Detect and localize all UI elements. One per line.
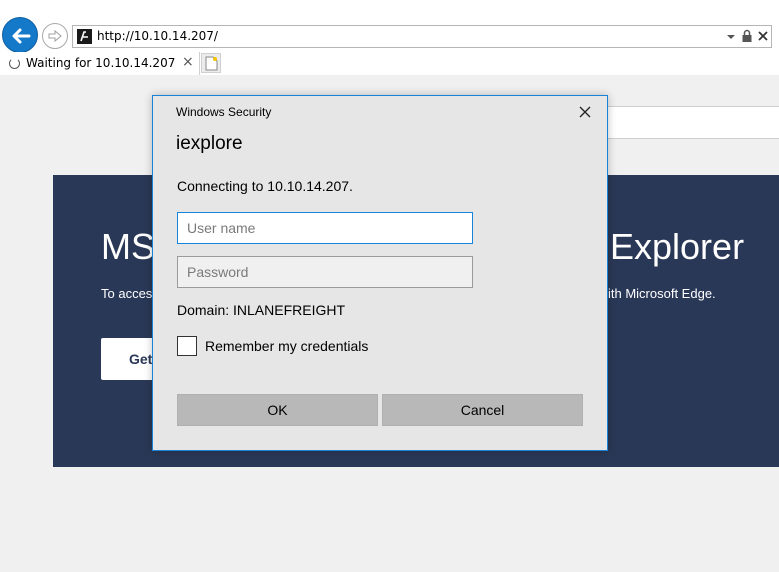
banner-subtitle-right: ith Microsoft Edge.: [608, 286, 716, 301]
back-arrow-icon: [12, 28, 31, 44]
tab-title: Waiting for 10.10.14.207: [26, 56, 176, 70]
banner-subtitle-left: To acces: [101, 286, 153, 301]
close-icon[interactable]: [577, 104, 593, 120]
banner-button-label: Get: [129, 351, 153, 367]
ok-button[interactable]: OK: [177, 394, 378, 426]
cancel-button[interactable]: Cancel: [382, 394, 583, 426]
password-input[interactable]: [177, 256, 473, 288]
remember-credentials-checkbox[interactable]: [177, 336, 197, 356]
banner-title-right: Explorer: [610, 226, 745, 267]
windows-security-dialog: Windows Security iexplore Connecting to …: [152, 95, 608, 451]
dialog-app-name: iexplore: [176, 133, 243, 154]
dropdown-icon[interactable]: [725, 30, 737, 44]
connection-message: Connecting to 10.10.14.207.: [177, 178, 353, 194]
remember-credentials-label[interactable]: Remember my credentials: [205, 337, 368, 355]
back-button[interactable]: [2, 17, 38, 53]
stop-icon[interactable]: [757, 29, 769, 43]
banner-title-left: MS: [101, 226, 155, 267]
new-tab-button[interactable]: [201, 53, 221, 73]
loading-spinner-icon: [9, 58, 20, 69]
url-text[interactable]: http://10.10.14.207/: [97, 28, 218, 45]
address-bar[interactable]: http://10.10.14.207/: [72, 25, 772, 48]
browser-chrome: http://10.10.14.207/ Waiting for 10.10.1…: [0, 0, 779, 75]
tab-current[interactable]: Waiting for 10.10.14.207 ×: [0, 52, 200, 75]
lock-icon[interactable]: [741, 29, 753, 43]
site-icon: [77, 29, 92, 44]
dialog-caption: Windows Security: [176, 105, 272, 119]
domain-label: Domain: INLANEFREIGHT: [177, 302, 346, 318]
forward-arrow-icon: [48, 29, 62, 43]
new-tab-icon: [205, 56, 218, 71]
forward-button[interactable]: [42, 23, 68, 49]
username-input[interactable]: [177, 212, 473, 244]
tab-close-icon[interactable]: ×: [182, 54, 194, 71]
